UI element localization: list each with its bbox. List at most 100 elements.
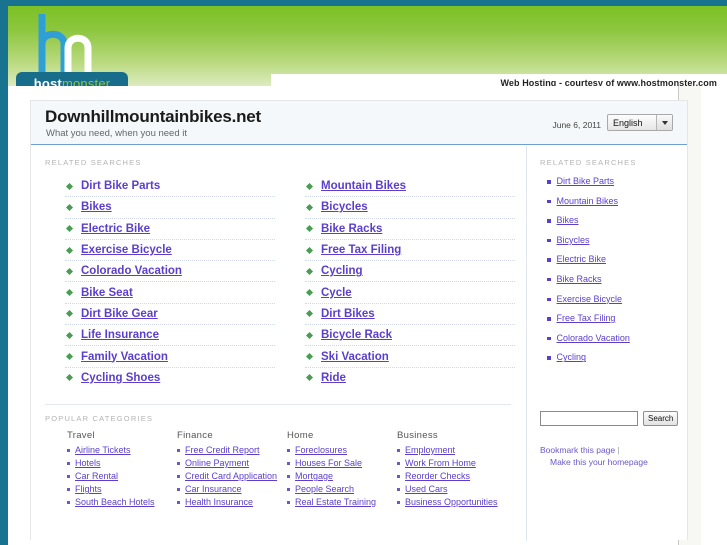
sidebar-link[interactable]: Mountain Bikes (557, 196, 619, 206)
category-link[interactable]: Hotels (75, 458, 101, 469)
category-link[interactable]: Business Opportunities (405, 497, 498, 508)
list-item[interactable]: Online Payment (177, 458, 287, 469)
sidebar-link[interactable]: Exercise Bicycle (557, 294, 623, 304)
list-item[interactable]: Mortgage (287, 471, 397, 482)
list-item[interactable]: Bike Racks (547, 274, 682, 284)
category-link[interactable]: Work From Home (405, 458, 476, 469)
list-item[interactable]: People Search (287, 484, 397, 495)
related-search-link[interactable]: Electric Bike (81, 223, 150, 235)
search-button[interactable]: Search (643, 411, 679, 426)
related-search-row[interactable]: Colorado Vacation (65, 261, 275, 283)
related-search-link[interactable]: Free Tax Filing (321, 244, 401, 256)
list-item[interactable]: South Beach Hotels (67, 497, 177, 508)
category-link[interactable]: Car Rental (75, 471, 118, 482)
related-search-link[interactable]: Dirt Bikes (321, 308, 375, 320)
list-item[interactable]: Used Cars (397, 484, 507, 495)
related-search-link[interactable]: Bike Seat (81, 287, 133, 299)
category-link[interactable]: Mortgage (295, 471, 333, 482)
category-link[interactable]: Real Estate Training (295, 497, 376, 508)
related-search-row[interactable]: Bicycles (305, 197, 515, 219)
list-item[interactable]: Dirt Bike Parts (547, 176, 682, 186)
related-search-link[interactable]: Cycle (321, 287, 352, 299)
list-item[interactable]: Credit Card Application (177, 471, 287, 482)
bookmark-this-page-link[interactable]: Bookmark this page (540, 445, 615, 455)
category-link[interactable]: Flights (75, 484, 102, 495)
category-link[interactable]: Employment (405, 445, 455, 456)
category-link[interactable]: Houses For Sale (295, 458, 362, 469)
sidebar-link[interactable]: Bicycles (557, 235, 590, 245)
related-search-link[interactable]: Life Insurance (81, 329, 159, 341)
related-search-row[interactable]: Bikes (65, 197, 275, 219)
related-search-link[interactable]: Bicycle Rack (321, 329, 392, 341)
category-link[interactable]: Online Payment (185, 458, 249, 469)
related-search-row[interactable]: Cycling (305, 261, 515, 283)
category-link[interactable]: Credit Card Application (185, 471, 277, 482)
related-search-row[interactable]: Life Insurance (65, 325, 275, 347)
related-search-link[interactable]: Family Vacation (81, 351, 168, 363)
sidebar-link[interactable]: Cycling (557, 352, 587, 362)
related-search-link[interactable]: Bikes (81, 201, 112, 213)
related-search-row[interactable]: Bike Seat (65, 282, 275, 304)
category-link[interactable]: Car Insurance (185, 484, 242, 495)
related-search-link[interactable]: Cycling (321, 265, 363, 277)
related-search-row[interactable]: Cycling Shoes (65, 368, 275, 388)
related-search-row[interactable]: Dirt Bikes (305, 304, 515, 326)
language-select[interactable]: English (607, 114, 673, 131)
list-item[interactable]: Foreclosures (287, 445, 397, 456)
related-search-row[interactable]: Ski Vacation (305, 346, 515, 368)
related-search-link[interactable]: Ride (321, 372, 346, 384)
list-item[interactable]: Hotels (67, 458, 177, 469)
related-search-row[interactable]: Dirt Bike Parts (65, 176, 275, 198)
related-search-row[interactable]: Bike Racks (305, 219, 515, 240)
related-search-link[interactable]: Exercise Bicycle (81, 244, 172, 256)
list-item[interactable]: Bikes (547, 215, 682, 225)
sidebar-link[interactable]: Dirt Bike Parts (557, 176, 615, 186)
list-item[interactable]: Work From Home (397, 458, 507, 469)
sidebar-link[interactable]: Bike Racks (557, 274, 602, 284)
sidebar-link[interactable]: Electric Bike (557, 254, 607, 264)
related-search-link[interactable]: Colorado Vacation (81, 265, 182, 277)
related-search-link[interactable]: Dirt Bike Parts (81, 180, 160, 192)
search-input[interactable] (540, 411, 638, 426)
related-search-link[interactable]: Bicycles (321, 201, 368, 213)
related-search-row[interactable]: Cycle (305, 282, 515, 304)
list-item[interactable]: Real Estate Training (287, 497, 397, 508)
category-link[interactable]: Foreclosures (295, 445, 347, 456)
category-link[interactable]: People Search (295, 484, 354, 495)
list-item[interactable]: Cycling (547, 352, 682, 362)
related-search-link[interactable]: Bike Racks (321, 223, 382, 235)
category-link[interactable]: Health Insurance (185, 497, 253, 508)
category-link[interactable]: South Beach Hotels (75, 497, 155, 508)
list-item[interactable]: Electric Bike (547, 254, 682, 264)
list-item[interactable]: Free Credit Report (177, 445, 287, 456)
category-link[interactable]: Used Cars (405, 484, 448, 495)
sidebar-link[interactable]: Bikes (557, 215, 579, 225)
category-link[interactable]: Reorder Checks (405, 471, 470, 482)
related-search-link[interactable]: Ski Vacation (321, 351, 389, 363)
list-item[interactable]: Colorado Vacation (547, 333, 682, 343)
list-item[interactable]: Flights (67, 484, 177, 495)
related-search-row[interactable]: Bicycle Rack (305, 325, 515, 347)
list-item[interactable]: Employment (397, 445, 507, 456)
related-search-row[interactable]: Family Vacation (65, 346, 275, 368)
sidebar-link[interactable]: Colorado Vacation (557, 333, 630, 343)
list-item[interactable]: Exercise Bicycle (547, 294, 682, 304)
list-item[interactable]: Business Opportunities (397, 497, 507, 508)
sidebar-link[interactable]: Free Tax Filing (557, 313, 616, 323)
list-item[interactable]: Mountain Bikes (547, 196, 682, 206)
category-link[interactable]: Airline Tickets (75, 445, 131, 456)
related-search-row[interactable]: Dirt Bike Gear (65, 304, 275, 326)
related-search-row[interactable]: Electric Bike (65, 219, 275, 240)
related-search-row[interactable]: Ride (305, 368, 515, 388)
list-item[interactable]: Car Insurance (177, 484, 287, 495)
related-search-link[interactable]: Dirt Bike Gear (81, 308, 158, 320)
make-homepage-link[interactable]: Make this your homepage (550, 456, 648, 468)
list-item[interactable]: Health Insurance (177, 497, 287, 508)
related-search-link[interactable]: Mountain Bikes (321, 180, 406, 192)
related-search-link[interactable]: Cycling Shoes (81, 372, 160, 384)
related-search-row[interactable]: Mountain Bikes (305, 176, 515, 198)
list-item[interactable]: Reorder Checks (397, 471, 507, 482)
related-search-row[interactable]: Exercise Bicycle (65, 240, 275, 262)
list-item[interactable]: Airline Tickets (67, 445, 177, 456)
chevron-down-icon[interactable] (656, 115, 672, 130)
